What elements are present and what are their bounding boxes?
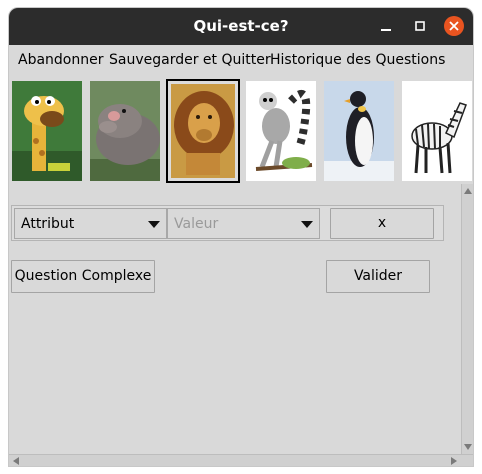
- maximize-icon: [415, 21, 425, 31]
- scroll-right-icon[interactable]: [451, 457, 457, 465]
- zebra-image: [402, 81, 472, 181]
- hippo-image: [90, 81, 160, 181]
- menu-abandonner[interactable]: Abandonner: [18, 52, 103, 68]
- complex-question-button[interactable]: Question Complexe: [11, 260, 155, 293]
- app-window: Qui-est-ce? Abandonner Sauvegarder et Qu…: [9, 8, 473, 466]
- chevron-down-icon: [301, 221, 313, 228]
- giraffe-image: [12, 81, 82, 181]
- animal-card-zebra[interactable]: [402, 81, 472, 181]
- question-panel: Attribut Valeur x Question Complexe Vali…: [9, 184, 461, 454]
- lion-image: [168, 81, 238, 181]
- vertical-scrollbar[interactable]: [461, 184, 473, 454]
- penguin-image: [324, 81, 394, 181]
- scroll-left-icon[interactable]: [13, 457, 19, 465]
- animal-card-lemur[interactable]: [246, 81, 316, 181]
- attribute-select-value: Attribut: [21, 216, 75, 232]
- attribute-select[interactable]: Attribut: [14, 208, 167, 239]
- menu-bar: Abandonner Sauvegarder et Quitter Histor…: [9, 45, 473, 75]
- animal-card-giraffe[interactable]: [12, 81, 82, 181]
- scroll-down-icon[interactable]: [464, 444, 472, 450]
- lemur-image: [246, 81, 316, 181]
- close-icon: [444, 16, 464, 36]
- animal-card-penguin[interactable]: [324, 81, 394, 181]
- minimize-icon: [381, 29, 391, 31]
- menu-historique-questions[interactable]: Historique des Questions: [270, 52, 445, 68]
- menu-sauvegarder-quitter[interactable]: Sauvegarder et Quitter: [109, 52, 271, 68]
- title-bar: Qui-est-ce?: [9, 8, 473, 45]
- remove-question-button[interactable]: x: [330, 208, 434, 239]
- window-title: Qui-est-ce?: [193, 17, 289, 35]
- minimize-button[interactable]: [374, 14, 398, 38]
- scroll-up-icon[interactable]: [464, 188, 472, 194]
- value-select-placeholder: Valeur: [174, 216, 219, 232]
- chevron-down-icon: [148, 221, 160, 228]
- value-select[interactable]: Valeur: [167, 208, 320, 239]
- animal-card-hippo[interactable]: [90, 81, 160, 181]
- validate-button[interactable]: Valider: [326, 260, 430, 293]
- animal-card-lion[interactable]: [168, 81, 238, 181]
- question-row-frame: Attribut Valeur x: [11, 205, 444, 241]
- close-button[interactable]: [442, 14, 466, 38]
- character-gallery: [9, 80, 473, 184]
- horizontal-scrollbar[interactable]: [9, 454, 473, 466]
- maximize-button[interactable]: [408, 14, 432, 38]
